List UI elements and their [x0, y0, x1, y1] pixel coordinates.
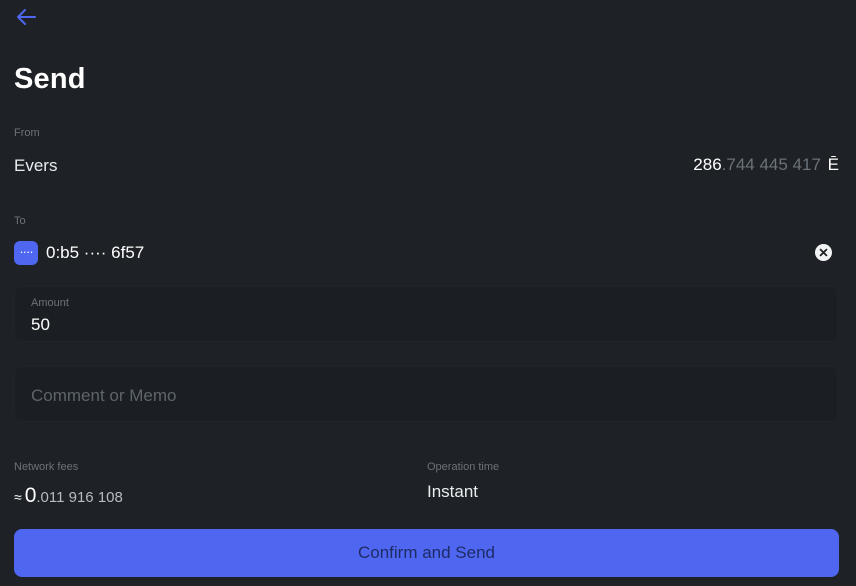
network-fees-value: ≈0.011 916 108	[14, 484, 123, 508]
balance-integer: 286	[693, 155, 722, 174]
from-account: Evers	[14, 156, 58, 175]
comment-field[interactable]: Comment or Memo	[14, 366, 838, 422]
fee-integer: 0	[24, 484, 37, 507]
fee-decimal: .011 916 108	[36, 489, 123, 506]
amount-field[interactable]: Amount 50	[14, 286, 838, 342]
to-label: To	[14, 215, 26, 227]
operation-time-label: Operation time	[427, 461, 500, 473]
operation-time-value: Instant	[427, 482, 479, 501]
from-balance: 286.744 445 417 Ē	[693, 155, 839, 175]
amount-value: 50	[31, 315, 50, 334]
currency-symbol: Ē	[827, 155, 839, 174]
address-avatar: ····	[14, 241, 38, 265]
balance-decimal: .744 445 417	[721, 155, 821, 174]
comment-placeholder: Comment or Memo	[31, 386, 177, 405]
recipient-address: 0:b5 ···· 6f57	[46, 243, 145, 262]
from-label: From	[14, 127, 40, 139]
back-arrow-icon[interactable]	[13, 6, 39, 28]
page-title: Send	[14, 63, 86, 95]
network-fees-label: Network fees	[14, 461, 79, 473]
confirm-and-send-button[interactable]: Confirm and Send	[14, 529, 839, 577]
amount-label: Amount	[31, 297, 69, 309]
approx-symbol: ≈	[14, 489, 22, 505]
clear-recipient-icon[interactable]	[815, 244, 832, 261]
